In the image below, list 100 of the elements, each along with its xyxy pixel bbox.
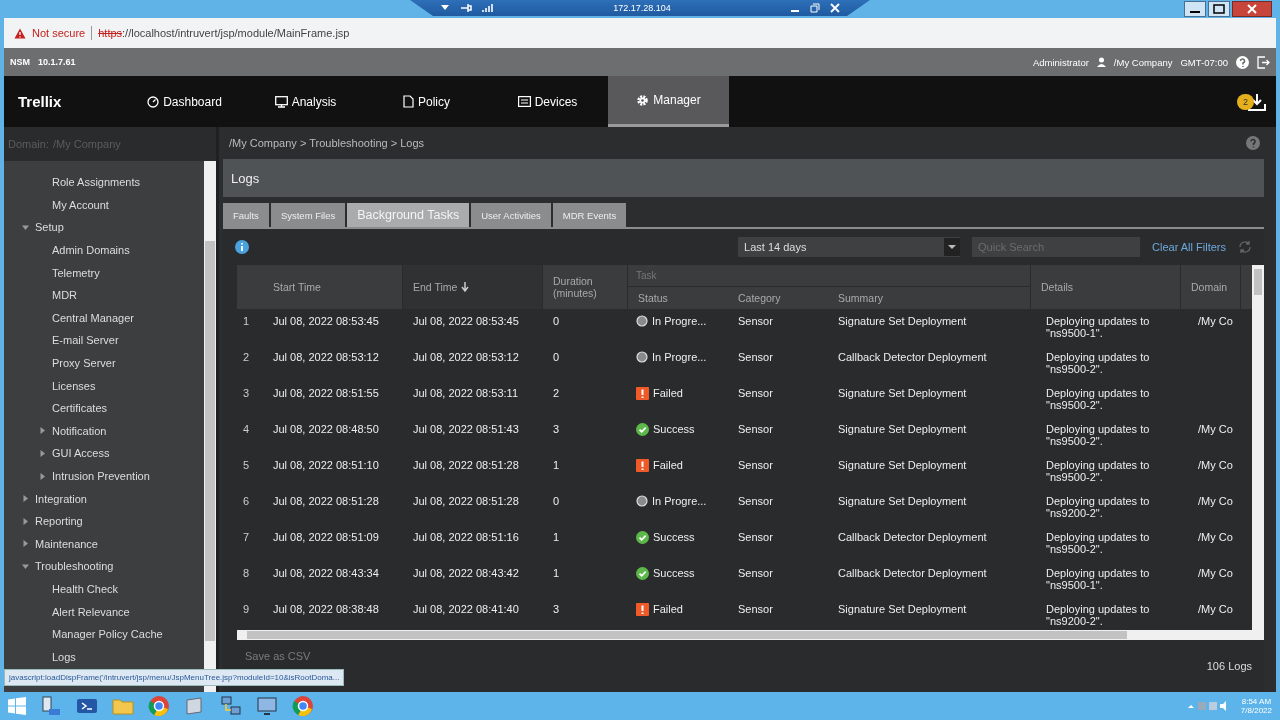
- logo[interactable]: Trellix: [4, 93, 124, 110]
- user-name[interactable]: Administrator: [1032, 56, 1089, 68]
- table-cell-text: 0: [552, 350, 561, 365]
- tree-item[interactable]: Health Check: [52, 583, 119, 595]
- table-cell-text: Jul 08, 2022 08:53:12: [412, 350, 520, 365]
- browser-icon[interactable]: [292, 695, 314, 717]
- nav-tab[interactable]: Policy: [366, 76, 487, 127]
- security-label: Not secure: [32, 27, 86, 39]
- column-header[interactable]: Summary: [828, 287, 1030, 309]
- expand-arrow-icon[interactable]: [22, 562, 29, 570]
- expand-arrow-icon[interactable]: [22, 540, 29, 548]
- nav-tab[interactable]: Manager: [608, 76, 729, 127]
- notification-badge[interactable]: 2: [1237, 93, 1254, 110]
- table-cell-text: Sensor: [737, 314, 774, 329]
- gear-icon: [636, 93, 650, 107]
- tree-item[interactable]: Admin Domains: [52, 244, 130, 257]
- table-cell: /My Co: [1198, 567, 1233, 579]
- breadcrumb[interactable]: /My Company > Troubleshooting > Logs: [229, 137, 425, 149]
- timezone-label: GMT-07:00: [1180, 56, 1228, 68]
- tree-item[interactable]: Licenses: [52, 379, 96, 392]
- start-icon[interactable]: [8, 697, 26, 715]
- logout-icon[interactable]: [1257, 55, 1270, 69]
- domain-label[interactable]: /My Company: [1113, 56, 1173, 68]
- tree-item[interactable]: Integration: [35, 492, 87, 505]
- table-cell-text: Jul 08, 2022 08:38:48: [272, 602, 380, 617]
- table-cell-text: 1: [552, 458, 561, 473]
- tree-item[interactable]: Logs: [52, 650, 76, 663]
- table-cell-text: Jul 08, 2022 08:51:16: [412, 530, 520, 545]
- monitor-icon[interactable]: [256, 695, 278, 717]
- pin-icon[interactable]: [460, 3, 472, 13]
- date-range-dropdown[interactable]: Last 14 days: [738, 237, 961, 257]
- expand-arrow-icon[interactable]: [22, 495, 29, 503]
- column-header[interactable]: Status: [628, 287, 728, 309]
- tree-item[interactable]: Proxy Server: [52, 357, 116, 370]
- minimize-icon[interactable]: [1184, 1, 1206, 17]
- table-cell-text: Deploying updates to "ns9500-2".: [1046, 387, 1151, 411]
- tree-item[interactable]: Manager Policy Cache: [52, 628, 163, 641]
- scrollbar[interactable]: [237, 630, 1264, 640]
- tree-item[interactable]: GUI Access: [52, 447, 110, 460]
- tree-item[interactable]: MDR: [52, 289, 78, 302]
- server-icon[interactable]: [40, 695, 62, 717]
- column-header[interactable]: Details: [1031, 265, 1181, 309]
- table-cell-text: Sensor: [737, 494, 774, 509]
- table-cell-text: Deploying updates to "ns9500-2".: [1046, 459, 1151, 483]
- clock-date: 7/8/2022: [1240, 706, 1272, 715]
- tree-item[interactable]: Notification: [52, 424, 107, 437]
- table-cell: /My Co: [1198, 459, 1233, 471]
- expand-arrow-icon[interactable]: [39, 472, 46, 480]
- nav-tab[interactable]: Devices: [487, 76, 608, 127]
- info-icon[interactable]: [235, 240, 249, 254]
- browser-icon[interactable]: [148, 695, 170, 717]
- table-cell-text: 1: [552, 530, 561, 545]
- tree-item[interactable]: Reporting: [35, 515, 83, 528]
- expand-arrow-icon[interactable]: [22, 224, 29, 231]
- tree-item[interactable]: Certificates: [52, 402, 108, 415]
- scrollbar[interactable]: [1252, 265, 1264, 630]
- gauge-icon: [147, 95, 160, 108]
- tree-item[interactable]: My Account: [52, 198, 109, 211]
- column-header[interactable]: Category: [728, 287, 828, 309]
- tree-item[interactable]: Central Manager: [52, 311, 134, 324]
- download-icon[interactable]: [1248, 92, 1266, 111]
- tree-item[interactable]: Maintenance: [35, 537, 98, 550]
- tray-icon[interactable]: [1186, 700, 1227, 712]
- table-cell-text: Jul 08, 2022 08:51:28: [412, 458, 520, 473]
- nav-tab[interactable]: Analysis: [245, 76, 366, 127]
- table-cell-text: Deploying updates to "ns9200-2".: [1046, 495, 1151, 519]
- expand-arrow-icon[interactable]: [22, 517, 29, 525]
- restore-icon[interactable]: [810, 3, 820, 13]
- expand-arrow-icon[interactable]: [39, 427, 46, 435]
- tree-item[interactable]: Troubleshooting: [35, 560, 114, 573]
- tree-item[interactable]: Intrusion Prevention: [52, 470, 150, 482]
- tree-item[interactable]: E-mail Server: [52, 334, 119, 347]
- document-icon: [403, 95, 414, 108]
- column-header[interactable]: Duration (minutes): [543, 265, 628, 309]
- tree-item[interactable]: Telemetry: [52, 266, 100, 279]
- table-cell-text: Signature Set Deployment: [837, 314, 968, 329]
- table-cell-text: Jul 08, 2022 08:41:40: [412, 602, 520, 617]
- expand-arrow-icon[interactable]: [39, 449, 46, 457]
- caret-icon[interactable]: [440, 4, 450, 12]
- tree-item[interactable]: Role Assignments: [52, 176, 141, 189]
- status-label: Success: [653, 567, 695, 579]
- close-icon[interactable]: [1232, 1, 1272, 17]
- help-icon[interactable]: [1246, 136, 1260, 150]
- column-header[interactable]: End Time: [403, 265, 543, 309]
- maximize-icon[interactable]: [1208, 1, 1230, 17]
- nav-tab[interactable]: Dashboard: [124, 76, 245, 127]
- table-cell-text: Jul 08, 2022 08:51:43: [412, 422, 520, 437]
- help-icon[interactable]: [1236, 55, 1249, 69]
- refresh-icon[interactable]: [1238, 240, 1252, 254]
- table-cell-text: Callback Detector Deployment: [837, 350, 988, 365]
- clear-filters-link[interactable]: Clear All Filters: [1152, 241, 1226, 253]
- column-header[interactable]: Domain: [1181, 265, 1241, 309]
- status-label: Success: [653, 423, 695, 435]
- table-cell-text: 0: [552, 494, 561, 509]
- tree-item[interactable]: Alert Relevance: [52, 605, 130, 618]
- row-number: 7: [242, 530, 251, 545]
- network-icon[interactable]: [220, 695, 242, 717]
- tree-item[interactable]: Setup: [35, 221, 64, 234]
- table-cell: /My Co: [1198, 315, 1233, 327]
- address-bar[interactable]: Not secure https://localhost/intruvert/jsp/module/MainFrame.jsp: [4, 18, 1276, 48]
